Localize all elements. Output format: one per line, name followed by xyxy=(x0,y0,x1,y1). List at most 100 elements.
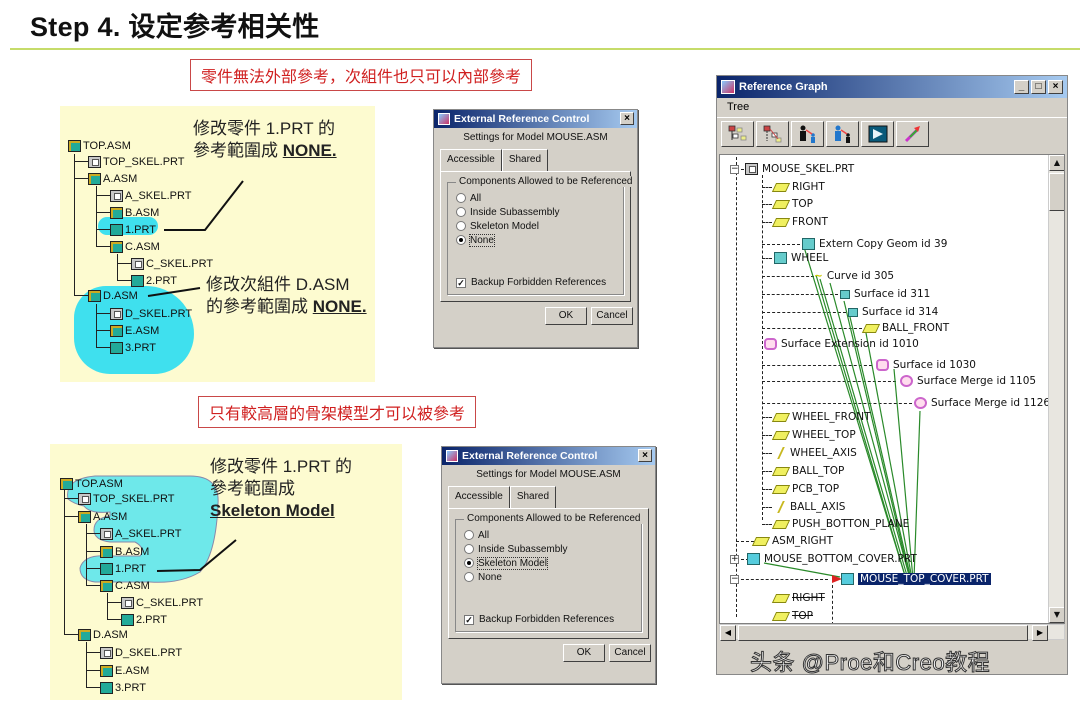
ok-button[interactable]: OK xyxy=(563,644,605,662)
tree-node[interactable]: PUSH_BOTTON_PLANE xyxy=(771,517,909,531)
section1-tree-panel: TOP.ASM TOP_SKEL.PRT A.ASM A_SKEL.PRT B.… xyxy=(60,106,375,382)
tab-panel: Components Allowed to be Referenced All … xyxy=(448,508,649,639)
tree-node[interactable]: WHEEL_FRONT xyxy=(771,410,871,424)
callout-1prt: 修改零件 1.PRT 的 參考範圍成 NONE. xyxy=(193,119,337,160)
parents-button[interactable] xyxy=(791,121,824,147)
tree-node[interactable]: WHEEL_AXIS xyxy=(774,446,857,460)
tree-node[interactable]: TOP xyxy=(771,197,813,211)
datum-plane-icon xyxy=(771,199,791,209)
highlight-button[interactable] xyxy=(896,121,929,147)
reference-scope-group: Components Allowed to be Referenced All … xyxy=(455,513,644,632)
collapse-icon[interactable]: − xyxy=(730,164,739,174)
minimize-icon[interactable]: _ xyxy=(1014,80,1029,94)
tree-node[interactable]: ∼ Curve id 305 xyxy=(814,269,894,283)
cancel-button[interactable]: Cancel xyxy=(591,307,633,325)
callout-dasm: 修改次組件 D.ASM 的參考範圍成 NONE. xyxy=(206,275,367,316)
app-icon xyxy=(721,80,735,94)
tree-view-button[interactable] xyxy=(721,121,754,147)
radio-inside-subassembly[interactable]: Inside Subassembly xyxy=(456,205,615,219)
datum-axis-icon xyxy=(777,447,785,459)
menu-tree[interactable]: Tree xyxy=(727,101,749,113)
tree-node[interactable]: + MOUSE_BOTTOM_COVER.PRT xyxy=(730,552,917,566)
radio-inside-subassembly[interactable]: Inside Subassembly xyxy=(464,542,633,556)
radio-all[interactable]: All xyxy=(464,528,633,542)
cancel-button[interactable]: Cancel xyxy=(609,644,651,662)
tree-node[interactable]: TOP xyxy=(771,609,813,623)
toolbar xyxy=(717,118,1067,148)
radio-all[interactable]: All xyxy=(456,191,615,205)
tab-shared[interactable]: Shared xyxy=(509,486,557,508)
tree-node[interactable]: WHEEL xyxy=(774,251,828,265)
surface-icon xyxy=(848,307,858,317)
curve-icon: ∼ xyxy=(814,270,823,282)
section1-banner: 零件無法外部參考，次組件也只可以內部參考 xyxy=(190,59,533,91)
collapse-icon[interactable]: − xyxy=(730,574,739,584)
reference-graph-window: Reference Graph _ □ × Tree − MOUSE_SKEL.… xyxy=(716,75,1068,675)
ok-button[interactable]: OK xyxy=(545,307,587,325)
children-button[interactable] xyxy=(826,121,859,147)
tree-node[interactable]: Extern Copy Geom id 39 xyxy=(802,237,947,251)
scroll-thumb[interactable] xyxy=(1049,173,1064,211)
tree-node[interactable]: Surface id 1030 xyxy=(876,358,976,372)
close-icon[interactable]: × xyxy=(1048,80,1063,94)
tree-node[interactable]: BALL_TOP xyxy=(771,464,844,478)
radio-none[interactable]: None xyxy=(464,570,633,584)
dialog-titlebar[interactable]: External Reference Control × xyxy=(442,447,655,465)
tree-node[interactable]: Surface Extension id 1010 xyxy=(764,337,919,351)
checkmark-icon: ✓ xyxy=(456,277,466,288)
window-titlebar[interactable]: Reference Graph _ □ × xyxy=(717,76,1067,98)
tree-node[interactable]: − MOUSE_TOP_COVER.PRT xyxy=(730,572,991,586)
tree-node[interactable]: − MOUSE_SKEL.PRT xyxy=(730,162,854,176)
watermark: 头条 @Proe和Creo教程 xyxy=(749,650,991,676)
scroll-down-icon[interactable]: ▼ xyxy=(1049,607,1064,623)
scroll-right-icon[interactable]: ▶ xyxy=(1032,625,1048,641)
menu-bar: Tree xyxy=(717,98,1067,118)
app-icon xyxy=(438,113,450,125)
dependency-view-icon xyxy=(763,125,781,143)
scroll-thumb[interactable] xyxy=(738,625,1028,641)
tree-node[interactable]: BALL_FRONT xyxy=(861,321,949,335)
dependency-view-button[interactable] xyxy=(756,121,789,147)
tree-node[interactable]: ASM_RIGHT xyxy=(751,534,833,548)
datum-plane-icon xyxy=(771,593,791,603)
horizontal-scrollbar[interactable]: ◀ ▶ xyxy=(719,624,1065,641)
surface-merge-icon xyxy=(900,375,913,387)
fit-view-icon xyxy=(868,125,887,143)
radio-skeleton-model[interactable]: Skeleton Model xyxy=(456,219,615,233)
tree-node[interactable]: Surface id 311 xyxy=(840,287,930,301)
reference-tree-view[interactable]: − MOUSE_SKEL.PRT RIGHT TOP FRONT Extern C… xyxy=(719,154,1065,624)
scroll-left-icon[interactable]: ◀ xyxy=(720,625,736,641)
parents-icon xyxy=(799,125,815,143)
radio-none[interactable]: None xyxy=(456,233,615,247)
tree-node[interactable]: BALL_AXIS xyxy=(774,500,845,514)
fit-view-button[interactable] xyxy=(861,121,894,147)
reference-scope-group: Components Allowed to be Referenced All … xyxy=(447,176,636,295)
expand-icon[interactable]: + xyxy=(730,554,739,564)
tree-node[interactable]: Surface Merge id 1105 xyxy=(900,374,1036,388)
skeleton-icon xyxy=(745,163,758,175)
datum-plane-icon xyxy=(771,430,791,440)
backup-forbidden-checkbox[interactable]: ✓ Backup Forbidden References xyxy=(456,277,615,288)
radio-skeleton-model[interactable]: Skeleton Model xyxy=(464,556,633,570)
page-title: Step 4. 设定参考相关性 xyxy=(30,12,320,42)
tree-node[interactable]: WHEEL_TOP xyxy=(771,428,856,442)
vertical-scrollbar[interactable]: ▲ ▼ xyxy=(1048,155,1064,623)
close-icon[interactable]: × xyxy=(620,112,634,125)
scroll-up-icon[interactable]: ▲ xyxy=(1049,155,1064,171)
dialog-titlebar[interactable]: External Reference Control × xyxy=(434,110,637,128)
tree-node[interactable]: Surface id 314 xyxy=(848,305,938,319)
app-icon xyxy=(446,450,458,462)
tree-node[interactable]: RIGHT xyxy=(771,180,825,194)
tree-node[interactable]: Surface Merge id 1126 xyxy=(914,396,1050,410)
tab-accessible[interactable]: Accessible xyxy=(448,486,510,508)
backup-forbidden-checkbox[interactable]: ✓ Backup Forbidden References xyxy=(464,614,633,625)
tree-node[interactable]: FRONT xyxy=(771,215,828,229)
close-icon[interactable]: × xyxy=(638,449,652,462)
tab-accessible[interactable]: Accessible xyxy=(440,149,502,171)
maximize-icon[interactable]: □ xyxy=(1031,80,1046,94)
tab-shared[interactable]: Shared xyxy=(501,149,549,171)
tree-node[interactable]: PCB_TOP xyxy=(771,482,839,496)
checkmark-icon: ✓ xyxy=(464,614,474,625)
copy-geom-icon xyxy=(774,252,787,264)
tree-node[interactable]: RIGHT xyxy=(771,591,825,605)
